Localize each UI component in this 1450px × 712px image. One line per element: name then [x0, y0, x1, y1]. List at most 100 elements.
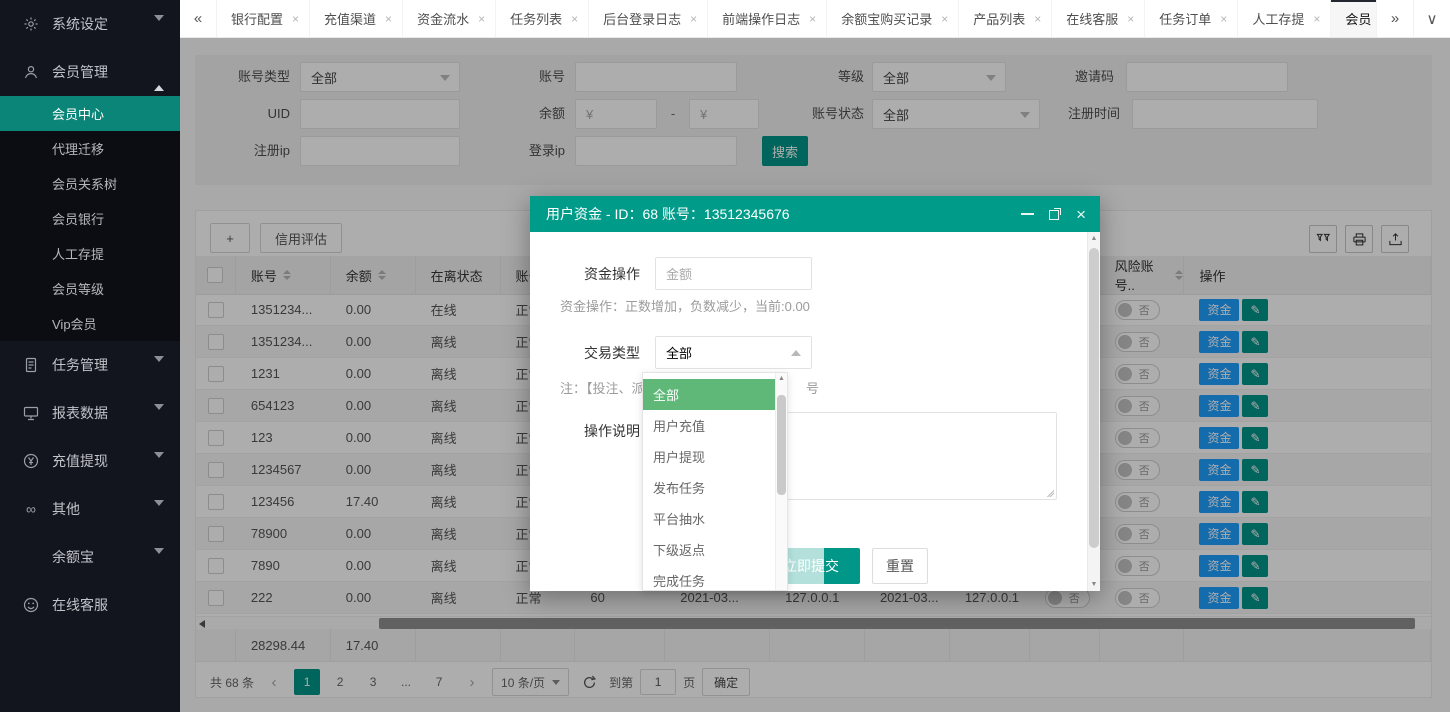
tab-item-9[interactable]: 任务订单×: [1145, 0, 1238, 37]
close-tab-icon[interactable]: ×: [478, 12, 485, 26]
chevron-up-icon: [154, 69, 164, 85]
sidebar-subitem-3[interactable]: 会员银行: [0, 201, 180, 236]
sidebar-subitem-label: 代理迁移: [52, 139, 104, 158]
sidebar-item-3[interactable]: 报表数据: [0, 389, 180, 437]
sidebar-item-4[interactable]: 充值提现: [0, 437, 180, 485]
dropdown-scrollbar-thumb[interactable]: [777, 395, 786, 495]
tab-label: 银行配置: [231, 9, 283, 28]
sidebar-subitem-label: 会员等级: [52, 279, 104, 298]
scroll-up-arrow-icon[interactable]: ▲: [776, 375, 787, 382]
sidebar-item-6[interactable]: 余额宝: [0, 533, 180, 581]
close-icon[interactable]: ×: [1076, 206, 1086, 223]
sidebar-item-label: 会员管理: [52, 62, 108, 82]
close-tab-icon[interactable]: ×: [1220, 12, 1227, 26]
sidebar-item-label: 余额宝: [52, 547, 94, 567]
tab-item-6[interactable]: 余额宝购买记录 ×: [827, 0, 959, 37]
tabs-scroll-right-button[interactable]: »: [1376, 0, 1413, 37]
scroll-up-arrow-icon[interactable]: ▲: [1088, 235, 1100, 242]
dropdown-option-0[interactable]: 全部: [643, 379, 775, 410]
chevron-down-icon: [154, 362, 164, 378]
dropdown-option-6[interactable]: 完成任务: [643, 565, 775, 591]
reset-button[interactable]: 重置: [872, 548, 928, 584]
modal-scrollbar[interactable]: ▲ ▼: [1087, 232, 1100, 591]
sidebar-item-0[interactable]: 系统设定: [0, 0, 180, 48]
sidebar-subitem-4[interactable]: 人工存提: [0, 236, 180, 271]
resize-handle-icon[interactable]: [1044, 487, 1054, 497]
sidebar-subitem-6[interactable]: Vip会员: [0, 306, 180, 341]
sidebar-subitem-0[interactable]: 会员中心: [0, 96, 180, 131]
sidebar-item-label: 其他: [52, 499, 80, 519]
sidebar-subitem-5[interactable]: 会员等级: [0, 271, 180, 306]
sidebar-item-label: 在线客服: [52, 595, 108, 615]
dropdown-option-3[interactable]: 发布任务: [643, 472, 775, 503]
close-tab-icon[interactable]: ×: [1127, 12, 1134, 26]
tab-item-0[interactable]: 银行配置 ×: [217, 0, 310, 37]
tab-label: 会员: [1345, 9, 1371, 28]
tab-item-5[interactable]: 前端操作日志 ×: [708, 0, 827, 37]
close-tab-icon[interactable]: ×: [690, 12, 697, 26]
dropdown-option-5[interactable]: 下级返点: [643, 534, 775, 565]
modal-header: 用户资金 - ID：68 账号：13512345676 ×: [530, 196, 1100, 232]
tab-label: 充值渠道: [324, 9, 376, 28]
sidebar-subitem-2[interactable]: 会员关系树: [0, 166, 180, 201]
tab-item-7[interactable]: 产品列表 ×: [959, 0, 1052, 37]
sidebar-subitem-label: 人工存提: [52, 244, 104, 263]
sidebar-item-2[interactable]: 任务管理: [0, 341, 180, 389]
tab-item-11[interactable]: 会员: [1331, 0, 1376, 37]
fund-amount-input[interactable]: 金额: [655, 257, 812, 290]
maximize-icon[interactable]: [1049, 208, 1061, 220]
fund-amount-placeholder: 金额: [666, 264, 692, 283]
sidebar-item-label: 系统设定: [52, 14, 108, 34]
modal-window-controls: ×: [1021, 196, 1086, 232]
tab-item-1[interactable]: 充值渠道 ×: [310, 0, 403, 37]
close-tab-icon[interactable]: ×: [1034, 12, 1041, 26]
yen-icon: [22, 452, 40, 470]
close-tab-icon[interactable]: ×: [292, 12, 299, 26]
tab-bar: « 银行配置×充值渠道×资金流水×任务列表×后台登录日志×前端操作日志×余额宝购…: [180, 0, 1450, 38]
chevron-down-icon: [154, 554, 164, 570]
infinity-icon: ∞: [22, 500, 40, 518]
tab-label: 余额宝购买记录: [841, 9, 932, 28]
sidebar-item-5[interactable]: ∞ 其他: [0, 485, 180, 533]
sidebar-item-1[interactable]: 会员管理: [0, 48, 180, 96]
transaction-type-value: 全部: [666, 343, 692, 362]
transaction-type-label: 交易类型: [558, 337, 640, 370]
chevron-down-icon: [154, 21, 164, 37]
dropdown-option-1[interactable]: 用户充值: [643, 410, 775, 441]
tab-item-3[interactable]: 任务列表×: [496, 0, 589, 37]
sidebar-item-7[interactable]: 在线客服: [0, 581, 180, 629]
sidebar-subitem-label: 会员中心: [52, 104, 104, 123]
tab-label: 后台登录日志: [603, 9, 681, 28]
tab-item-8[interactable]: 在线客服 ×: [1052, 0, 1145, 37]
tab-list: 银行配置×充值渠道×资金流水×任务列表×后台登录日志×前端操作日志×余额宝购买记…: [217, 0, 1376, 37]
tab-label: 在线客服: [1066, 9, 1118, 28]
fund-operation-label: 资金操作: [558, 258, 640, 291]
sidebar-item-label: 报表数据: [52, 403, 108, 423]
dropdown-option-2[interactable]: 用户提现: [643, 441, 775, 472]
dropdown-scrollbar[interactable]: ▲: [775, 373, 787, 590]
tab-label: 产品列表: [973, 9, 1025, 28]
operation-desc-label: 操作说明: [558, 415, 640, 448]
tab-item-2[interactable]: 资金流水×: [403, 0, 496, 37]
tabs-scroll-left-button[interactable]: «: [180, 0, 217, 37]
close-tab-icon[interactable]: ×: [1313, 12, 1320, 26]
tab-item-10[interactable]: 人工存提×: [1238, 0, 1331, 37]
dropdown-option-4[interactable]: 平台抽水: [643, 503, 775, 534]
transaction-type-select[interactable]: 全部: [655, 336, 812, 369]
close-tab-icon[interactable]: ×: [571, 12, 578, 26]
tabs-dropdown-button[interactable]: ∨: [1413, 0, 1450, 37]
modal-scrollbar-thumb[interactable]: [1089, 248, 1099, 548]
smiley-icon: [22, 596, 40, 614]
close-tab-icon[interactable]: ×: [385, 12, 392, 26]
sidebar: 系统设定会员管理会员中心代理迁移会员关系树会员银行人工存提会员等级 Vip会员任务…: [0, 0, 180, 712]
chevron-down-icon: [154, 458, 164, 474]
tab-item-4[interactable]: 后台登录日志 ×: [589, 0, 708, 37]
close-tab-icon[interactable]: ×: [941, 12, 948, 26]
sidebar-subitem-label: 会员关系树: [52, 174, 117, 193]
sidebar-subitem-1[interactable]: 代理迁移: [0, 131, 180, 166]
tab-label: 前端操作日志: [722, 9, 800, 28]
close-tab-icon[interactable]: ×: [809, 12, 816, 26]
tasks-icon: [22, 356, 40, 374]
minimize-icon[interactable]: [1021, 213, 1034, 215]
scroll-down-arrow-icon[interactable]: ▼: [1088, 581, 1100, 588]
